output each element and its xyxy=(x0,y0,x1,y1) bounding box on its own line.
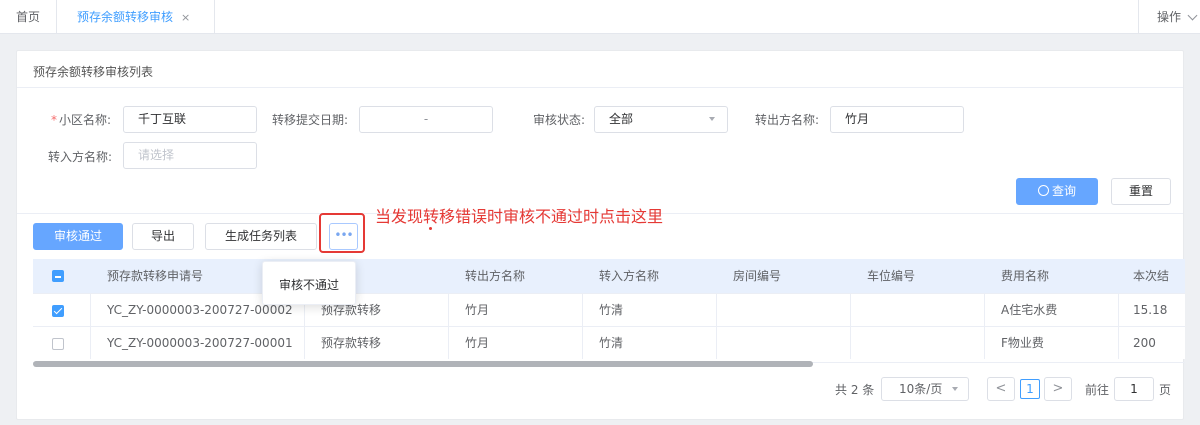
room-cell xyxy=(717,294,851,326)
amount-cell: 15.18 xyxy=(1133,303,1168,317)
highlight-box xyxy=(319,213,365,253)
column-header: 车位编号 xyxy=(867,269,916,283)
next-page-button[interactable]: > xyxy=(1044,377,1072,401)
reject-menu-item[interactable]: 审核不通过 xyxy=(279,276,339,293)
close-icon[interactable]: × xyxy=(181,11,190,24)
page-unit-label: 页 xyxy=(1159,383,1172,397)
pager-total: 共 2 条 xyxy=(835,383,875,397)
tab-label: 预存余额转移审核 xyxy=(77,10,174,24)
column-header: 转入方名称 xyxy=(599,269,660,283)
column-header: 转出方名称 xyxy=(465,269,526,283)
goto-page-input[interactable]: 1 xyxy=(1114,377,1154,401)
annotation-text: 当发现转移错误时审核不通过时点击这里 xyxy=(375,207,664,226)
from-label: 转出方名称: xyxy=(755,113,820,127)
reset-button[interactable]: 重置 xyxy=(1111,178,1171,205)
type-cell: 预存款转移 xyxy=(305,327,449,359)
annotation-dot xyxy=(429,227,432,230)
date-label: 转移提交日期: xyxy=(272,113,349,127)
community-input[interactable]: 千丁互联 xyxy=(123,106,257,133)
to-input[interactable]: 请选择 xyxy=(123,142,257,169)
tab-home[interactable]: 首页 xyxy=(0,0,57,34)
fee-cell: A住宅水费 xyxy=(985,294,1119,326)
page-size-value: 10条/页 xyxy=(899,382,943,396)
column-header: 房间编号 xyxy=(733,269,782,283)
required-mark: * xyxy=(51,113,57,127)
page-size-select[interactable]: 10条/页 xyxy=(881,377,969,401)
to-cell: 竹清 xyxy=(583,294,717,326)
column-header: 本次结 xyxy=(1133,269,1170,283)
generate-task-list-button[interactable]: 生成任务列表 xyxy=(205,223,317,250)
panel-title: 预存余额转移审核列表 xyxy=(33,65,154,79)
operations-menu[interactable]: 操作 xyxy=(1138,0,1200,34)
caret-down-icon xyxy=(952,387,958,391)
room-cell xyxy=(717,327,851,359)
horizontal-scrollbar[interactable] xyxy=(33,361,813,367)
operations-label: 操作 xyxy=(1157,10,1182,24)
date-range-input[interactable]: - xyxy=(359,106,493,133)
from-input[interactable]: 竹月 xyxy=(830,106,964,133)
checkbox-cell xyxy=(33,327,91,359)
checkbox-cell xyxy=(33,294,91,326)
status-value: 全部 xyxy=(609,112,634,126)
table-header: 预存款转移申请号 类型 转出方名称 转入方名称 房间编号 车位编号 费用名称 本… xyxy=(33,259,1185,293)
search-icon xyxy=(1037,185,1049,196)
divider xyxy=(17,87,1183,88)
query-button[interactable]: 查询 xyxy=(1016,178,1098,205)
from-cell: 竹月 xyxy=(449,294,583,326)
approve-button[interactable]: 审核通过 xyxy=(33,223,123,250)
current-page[interactable]: 1 xyxy=(1020,379,1040,399)
parking-cell xyxy=(851,294,985,326)
to-cell: 竹清 xyxy=(583,327,717,359)
apply-no-cell: YC_ZY-0000003-200727-00001 xyxy=(91,327,305,359)
column-header: 费用名称 xyxy=(1001,269,1050,283)
export-button[interactable]: 导出 xyxy=(132,223,194,250)
caret-down-icon xyxy=(709,117,715,121)
chevron-down-icon xyxy=(1187,10,1198,21)
tab-balance-transfer-review[interactable]: 预存余额转移审核 × xyxy=(57,0,215,34)
tab-bar: 首页 预存余额转移审核 × 操作 xyxy=(0,0,1200,34)
table-row[interactable]: YC_ZY-0000003-200727-00001 预存款转移 竹月 竹清 F… xyxy=(33,326,1185,359)
select-all-checkbox[interactable] xyxy=(52,270,64,282)
prev-page-button[interactable]: < xyxy=(987,377,1015,401)
goto-label: 前往 xyxy=(1085,383,1110,397)
query-label: 查询 xyxy=(1051,184,1076,198)
status-select[interactable]: 全部 xyxy=(594,106,728,133)
community-label: *千丁互联小区名称: xyxy=(51,113,112,127)
review-table: 预存款转移申请号 类型 转出方名称 转入方名称 房间编号 车位编号 费用名称 本… xyxy=(33,259,1185,363)
status-label: 审核状态: xyxy=(533,113,586,127)
fee-cell: F物业费 xyxy=(985,327,1119,359)
amount-cell: 200 xyxy=(1133,336,1156,350)
table-row[interactable]: YC_ZY-0000003-200727-00002 预存款转移 竹月 竹清 A… xyxy=(33,293,1185,326)
more-actions-dropdown: 审核不通过 xyxy=(262,261,356,305)
parking-cell xyxy=(851,327,985,359)
from-cell: 竹月 xyxy=(449,327,583,359)
to-label: 转入方名称: xyxy=(48,150,113,164)
review-list-panel: 预存余额转移审核列表 *千丁互联小区名称: 千丁互联 转移提交日期: - 审核状… xyxy=(16,50,1185,420)
